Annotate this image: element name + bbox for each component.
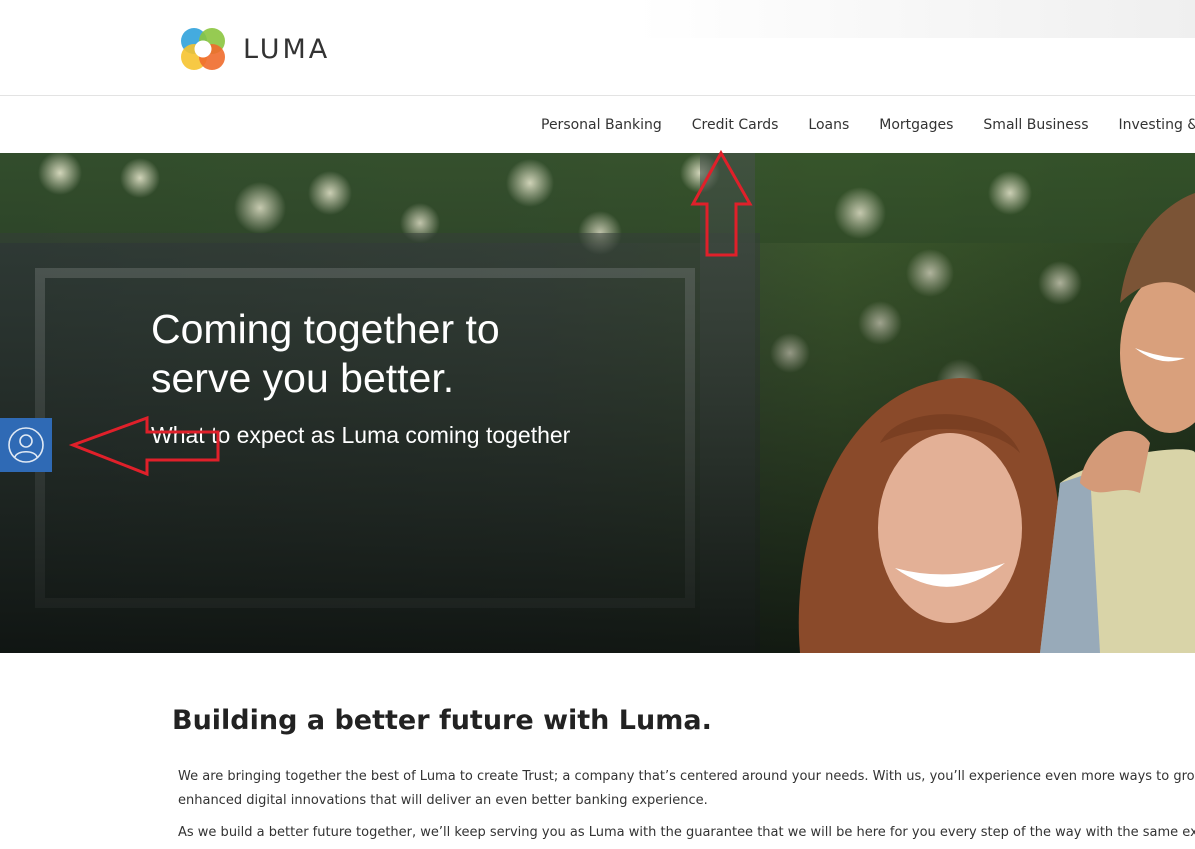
second-paragraph: As we build a better future together, we… [178, 825, 1195, 840]
hero-banner: Coming together to serve you better. Wha… [0, 153, 1195, 653]
header-fade [635, 0, 1195, 38]
hero-subtitle[interactable]: What to expect as Luma coming together [151, 419, 571, 452]
main-nav: Personal Banking Credit Cards Loans Mort… [0, 97, 1195, 153]
nav-loans[interactable]: Loans [793, 117, 864, 133]
intro-paragraph: We are bringing together the best of Lum… [178, 769, 1195, 808]
user-icon [8, 427, 44, 463]
site-header: LUMA [0, 0, 1195, 96]
hero-photo [0, 153, 1195, 653]
nav-small-business[interactable]: Small Business [968, 117, 1103, 133]
nav-investing-retirement[interactable]: Investing & Reti [1104, 117, 1195, 133]
nav-mortgages[interactable]: Mortgages [864, 117, 968, 133]
nav-credit-cards[interactable]: Credit Cards [677, 117, 794, 133]
brand-name: LUMA [243, 33, 331, 65]
hero-title: Coming together to serve you better. [151, 306, 500, 401]
logo[interactable]: LUMA [177, 22, 330, 76]
nav-personal-banking[interactable]: Personal Banking [526, 117, 677, 133]
section-title: Building a better future with Luma. [172, 705, 712, 736]
luma-logo-icon [181, 28, 225, 70]
account-side-tab[interactable] [0, 418, 52, 472]
